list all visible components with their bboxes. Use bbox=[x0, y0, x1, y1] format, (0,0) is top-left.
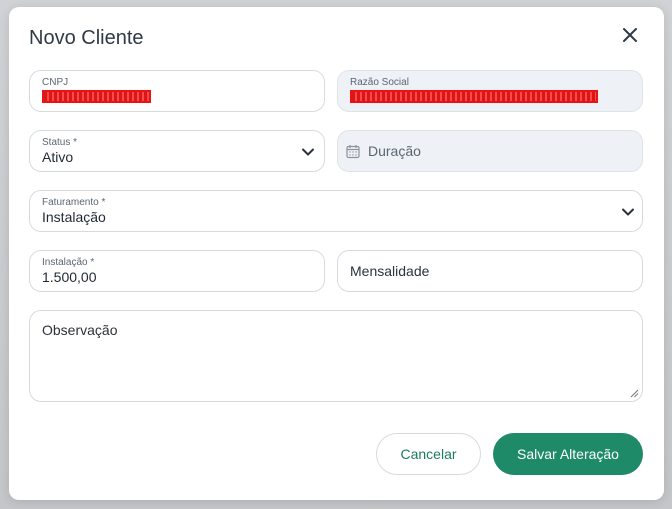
new-client-modal: Novo Cliente CNPJ Razão Social Status * … bbox=[9, 7, 664, 500]
close-button[interactable] bbox=[619, 24, 641, 46]
instalacao-input[interactable]: Instalação * 1.500,00 bbox=[29, 250, 325, 292]
observacao-placeholder: Observação bbox=[42, 322, 118, 338]
cnpj-value-redacted bbox=[42, 90, 151, 103]
razao-social-field: Razão Social bbox=[337, 70, 643, 112]
cnpj-field[interactable]: CNPJ bbox=[29, 70, 325, 112]
instalacao-label: Instalação * bbox=[42, 257, 95, 268]
chevron-down-icon bbox=[622, 208, 634, 216]
duracao-field: Duração bbox=[337, 130, 643, 172]
cnpj-label: CNPJ bbox=[42, 77, 69, 88]
duracao-placeholder: Duração bbox=[368, 143, 421, 159]
observacao-textarea[interactable]: Observação bbox=[29, 310, 643, 402]
calendar-icon bbox=[346, 145, 360, 159]
instalacao-value: 1.500,00 bbox=[42, 269, 97, 285]
close-icon bbox=[623, 28, 637, 42]
save-button[interactable]: Salvar Alteração bbox=[493, 433, 643, 475]
razao-social-label: Razão Social bbox=[350, 77, 409, 88]
mensalidade-input[interactable]: Mensalidade bbox=[337, 250, 643, 292]
status-value: Ativo bbox=[42, 149, 74, 165]
mensalidade-placeholder: Mensalidade bbox=[350, 263, 430, 279]
resize-handle-icon[interactable] bbox=[629, 388, 639, 398]
razao-social-value-redacted bbox=[350, 90, 598, 103]
cancel-button[interactable]: Cancelar bbox=[376, 433, 481, 475]
status-label: Status * bbox=[42, 137, 78, 148]
status-select[interactable]: Status * Ativo bbox=[29, 130, 325, 172]
faturamento-select[interactable]: Faturamento * Instalação bbox=[29, 190, 643, 232]
faturamento-value: Instalação bbox=[42, 209, 106, 225]
chevron-down-icon bbox=[302, 148, 314, 156]
faturamento-label: Faturamento * bbox=[42, 197, 106, 208]
modal-title: Novo Cliente bbox=[29, 27, 144, 49]
